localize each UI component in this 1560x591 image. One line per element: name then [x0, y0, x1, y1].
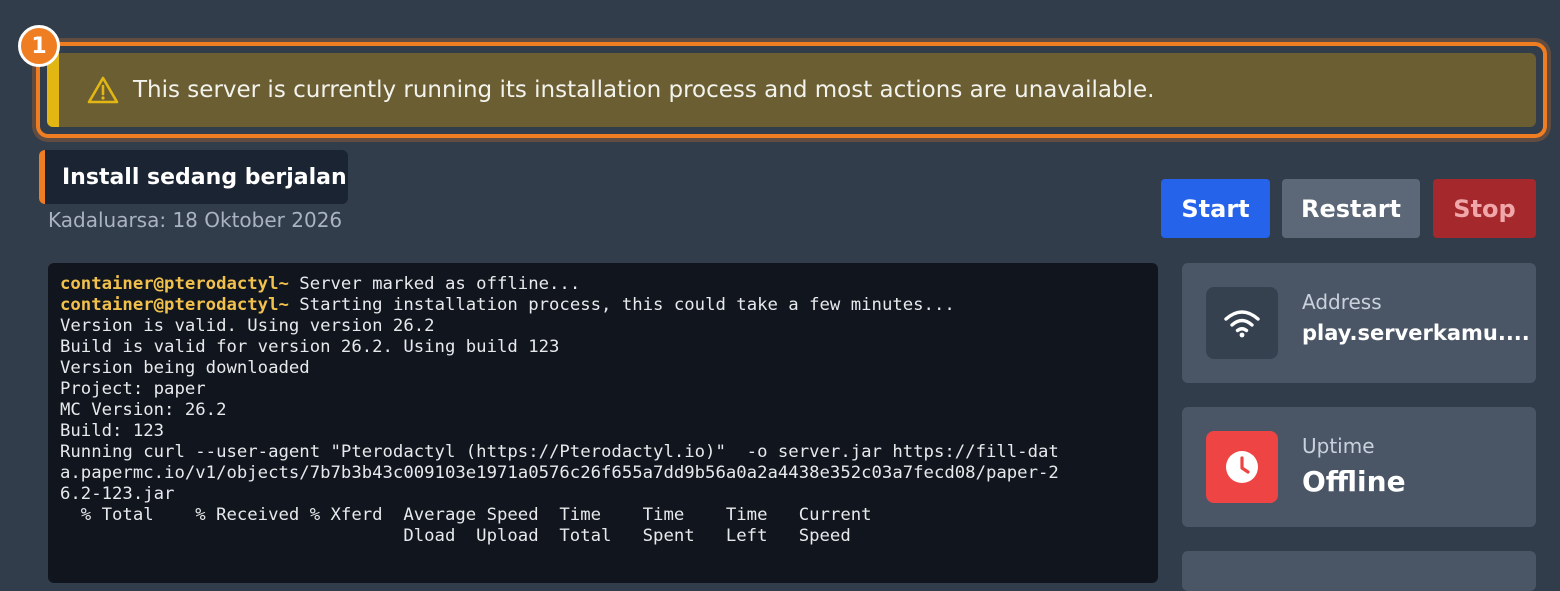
warning-triangle-icon	[87, 76, 119, 104]
console-line: a.papermc.io/v1/objects/7b7b3b43c009103e…	[60, 463, 1146, 484]
console-line-text: Project: paper	[60, 379, 206, 399]
console-line: Version being downloaded	[60, 358, 1146, 379]
console-line-text: Version being downloaded	[60, 358, 310, 378]
server-console[interactable]: container@pterodactyl~ Server marked as …	[48, 263, 1158, 583]
console-line: MC Version: 26.2	[60, 400, 1146, 421]
console-line-text: Server marked as offline...	[288, 274, 581, 294]
console-prompt: container@pterodactyl~	[60, 295, 289, 315]
highlight-number-badge: 1	[18, 25, 60, 67]
console-line-text: Version is valid. Using version 26.2	[60, 316, 435, 336]
server-status-title: Install sedang berjalan	[62, 164, 347, 190]
expiry-date: Kadaluarsa: 18 Oktober 2026	[48, 208, 343, 232]
address-card: Address play.serverkamu....	[1182, 263, 1536, 383]
console-line: Build is valid for version 26.2. Using b…	[60, 337, 1146, 358]
console-line-text: a.papermc.io/v1/objects/7b7b3b43c009103e…	[60, 463, 1059, 483]
restart-button[interactable]: Restart	[1282, 179, 1420, 238]
console-line-text: Dload Upload Total Spent Left Speed	[60, 526, 851, 546]
server-status-card: Install sedang berjalan	[39, 150, 348, 204]
uptime-value: Offline	[1302, 465, 1406, 498]
console-line-text: Starting installation process, this coul…	[288, 295, 955, 315]
console-line: Dload Upload Total Spent Left Speed	[60, 526, 1146, 547]
console-line-text: Build: 123	[60, 421, 165, 441]
console-line-text: MC Version: 26.2	[60, 400, 227, 420]
console-line: Project: paper	[60, 379, 1146, 400]
start-button[interactable]: Start	[1161, 179, 1270, 238]
address-value[interactable]: play.serverkamu....	[1302, 321, 1530, 345]
uptime-label: Uptime	[1302, 434, 1375, 458]
address-label: Address	[1302, 290, 1382, 314]
console-line-text: 6.2-123.jar	[60, 484, 175, 504]
console-line: 6.2-123.jar	[60, 484, 1146, 505]
clock-icon	[1206, 431, 1278, 503]
alert-message: This server is currently running its ins…	[133, 77, 1155, 103]
console-line: Version is valid. Using version 26.2	[60, 316, 1146, 337]
stop-button[interactable]: Stop	[1433, 179, 1536, 238]
console-line: % Total % Received % Xferd Average Speed…	[60, 505, 1146, 526]
stats-card	[1182, 551, 1536, 591]
console-line: container@pterodactyl~ Starting installa…	[60, 295, 1146, 316]
console-prompt: container@pterodactyl~	[60, 274, 289, 294]
wifi-icon	[1206, 287, 1278, 359]
console-line-text: Build is valid for version 26.2. Using b…	[60, 337, 560, 357]
console-line-text: % Total % Received % Xferd Average Speed…	[60, 505, 872, 525]
console-line-text: Running curl --user-agent "Pterodactyl (…	[60, 442, 1059, 462]
console-line: Running curl --user-agent "Pterodactyl (…	[60, 442, 1146, 463]
uptime-card: Uptime Offline	[1182, 407, 1536, 527]
console-line: Build: 123	[60, 421, 1146, 442]
install-warning-alert: This server is currently running its ins…	[47, 53, 1536, 127]
console-line: container@pterodactyl~ Server marked as …	[60, 274, 1146, 295]
